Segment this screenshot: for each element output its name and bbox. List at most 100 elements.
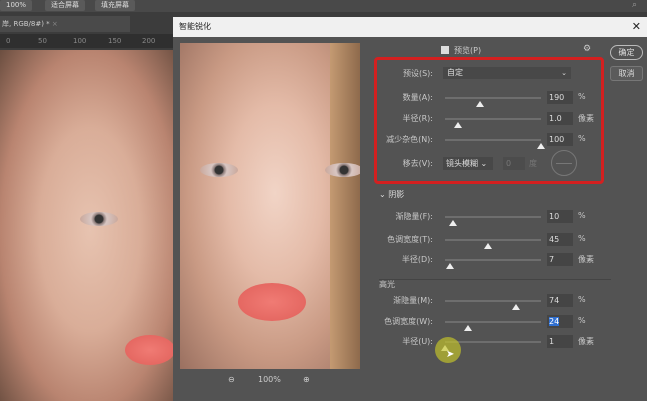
value-text: 24 bbox=[549, 317, 560, 326]
unit-label: 像素 bbox=[578, 337, 594, 346]
close-icon[interactable]: ✕ bbox=[632, 17, 641, 37]
slider-row: 减少杂色(N): 100 % bbox=[173, 133, 647, 149]
slider-thumb[interactable] bbox=[475, 101, 484, 107]
value-input[interactable]: 24 bbox=[547, 315, 573, 328]
unit-label: % bbox=[578, 134, 586, 143]
smart-sharpen-dialog: 智能锐化 ✕ ⊖ 100% ⊕ 预览(P) ⚙ 确定 取消 预设(S): 自定 ⌄ … bbox=[173, 17, 647, 401]
preset-row: 预设(S): 自定 ⌄ bbox=[173, 67, 647, 81]
ruler-tick: 150 bbox=[108, 37, 122, 45]
slider-track[interactable] bbox=[445, 239, 541, 241]
options-bar: 100% 适合屏幕 填充屏幕 ⌕ bbox=[0, 0, 647, 12]
slider-label: 色调宽度(T): bbox=[387, 235, 433, 244]
slider-row: 渐隐量(F): 10 % bbox=[173, 210, 647, 226]
divider bbox=[379, 279, 611, 280]
slider-thumb[interactable] bbox=[445, 263, 454, 269]
ruler-tick: 200 bbox=[142, 37, 156, 45]
fill-screen-button[interactable]: 填充屏幕 bbox=[95, 0, 135, 11]
slider-row: 半径(D): 7 像素 bbox=[173, 253, 647, 269]
unit-label: 像素 bbox=[578, 114, 594, 123]
slider-label: 数量(A): bbox=[402, 93, 433, 102]
document-canvas[interactable] bbox=[0, 50, 175, 401]
value-input[interactable]: 74 bbox=[547, 294, 573, 307]
slider-track[interactable] bbox=[445, 97, 541, 99]
slider-thumb[interactable] bbox=[464, 325, 473, 331]
slider-label: 色调宽度(W): bbox=[384, 317, 433, 326]
chevron-down-icon: ⌄ bbox=[480, 159, 488, 168]
value-text: 1 bbox=[549, 337, 555, 346]
preset-value: 自定 bbox=[447, 68, 463, 77]
unit-label: % bbox=[578, 92, 586, 101]
slider-thumb[interactable] bbox=[537, 143, 545, 149]
slider-track[interactable] bbox=[445, 216, 541, 218]
ruler-tick: 100 bbox=[73, 37, 87, 45]
zoom-100-button[interactable]: 100% bbox=[0, 0, 33, 11]
zoom-out-icon[interactable]: ⊖ bbox=[228, 375, 235, 384]
ruler-tick: 50 bbox=[38, 37, 47, 45]
preview-checkbox[interactable]: 预览(P) bbox=[441, 45, 481, 56]
value-text: 45 bbox=[549, 235, 560, 244]
unit-label: % bbox=[578, 211, 586, 220]
photo-lips bbox=[125, 335, 175, 365]
slider-row: 色调宽度(T): 45 % bbox=[173, 233, 647, 249]
slider-label: 渐隐量(M): bbox=[393, 296, 433, 305]
value-input[interactable]: 10 bbox=[547, 210, 573, 223]
value-text: 10 bbox=[549, 212, 560, 221]
slider-track[interactable] bbox=[445, 259, 541, 261]
ruler-tick: 0 bbox=[6, 37, 11, 45]
slider-label: 半径(R): bbox=[402, 114, 434, 123]
slider-row: 色调宽度(W): 24 % bbox=[173, 315, 647, 331]
unit-label: % bbox=[578, 316, 586, 325]
dialog-title: 智能锐化 bbox=[179, 22, 211, 31]
gear-icon[interactable]: ⚙ bbox=[583, 44, 591, 54]
slider-track[interactable] bbox=[445, 139, 541, 141]
angle-unit: 度 bbox=[529, 159, 537, 168]
value-input[interactable]: 45 bbox=[547, 233, 573, 246]
remove-row: 移去(V): 镜头模糊 ⌄ 0 度 bbox=[173, 150, 647, 176]
angle-input[interactable]: 0 bbox=[503, 157, 525, 170]
value-input[interactable]: 1 bbox=[547, 335, 573, 348]
value-input[interactable]: 1.0 bbox=[547, 112, 573, 125]
slider-track[interactable] bbox=[445, 118, 541, 120]
fit-screen-button[interactable]: 适合屏幕 bbox=[45, 0, 85, 11]
slider-row: 半径(R): 1.0 像素 bbox=[173, 112, 647, 128]
chevron-down-icon: ⌄ bbox=[561, 69, 567, 77]
checkbox-icon bbox=[441, 46, 449, 54]
preset-label: 预设(S): bbox=[402, 69, 433, 78]
close-tab-icon[interactable]: × bbox=[52, 20, 58, 28]
cursor-icon: ➤ bbox=[446, 349, 455, 360]
value-input[interactable]: 190 bbox=[547, 91, 573, 104]
remove-value: 镜头模糊 bbox=[446, 159, 478, 168]
value-input[interactable]: 100 bbox=[547, 133, 573, 146]
slider-track[interactable] bbox=[445, 300, 541, 302]
slider-track[interactable] bbox=[445, 321, 541, 323]
value-input[interactable]: 7 bbox=[547, 253, 573, 266]
angle-dial[interactable] bbox=[551, 150, 577, 176]
dialog-titlebar: 智能锐化 ✕ bbox=[173, 17, 647, 37]
remove-label: 移去(V): bbox=[402, 159, 433, 168]
value-text: 1.0 bbox=[549, 114, 562, 123]
value-text: 100 bbox=[549, 135, 565, 144]
value-text: 7 bbox=[549, 255, 555, 264]
shadow-section-header[interactable]: ⌄ 阴影 bbox=[379, 189, 404, 200]
slider-row: 数量(A): 190 % bbox=[173, 91, 647, 107]
unit-label: 像素 bbox=[578, 255, 594, 264]
preset-select[interactable]: 自定 ⌄ bbox=[443, 67, 571, 79]
unit-label: % bbox=[578, 234, 586, 243]
zoom-in-icon[interactable]: ⊕ bbox=[303, 375, 310, 384]
preview-label: 预览(P) bbox=[454, 46, 482, 55]
slider-label: 半径(U): bbox=[402, 337, 433, 346]
search-icon[interactable]: ⌕ bbox=[632, 0, 637, 10]
slider-row: 半径(U): 1 像素 bbox=[173, 335, 647, 351]
photo-eye bbox=[80, 212, 118, 226]
slider-thumb[interactable] bbox=[484, 243, 493, 249]
slider-thumb[interactable] bbox=[454, 122, 463, 128]
document-tab[interactable]: 岸, RGB/8#) * × bbox=[0, 16, 130, 32]
ok-button[interactable]: 确定 bbox=[610, 45, 643, 60]
chevron-down-icon: ⌄ bbox=[379, 190, 386, 199]
remove-select[interactable]: 镜头模糊 ⌄ bbox=[443, 157, 493, 170]
slider-thumb[interactable] bbox=[448, 220, 457, 226]
unit-label: % bbox=[578, 295, 586, 304]
slider-thumb[interactable] bbox=[512, 304, 521, 310]
slider-track[interactable] bbox=[445, 341, 541, 343]
slider-row: 渐隐量(M): 74 % bbox=[173, 294, 647, 310]
